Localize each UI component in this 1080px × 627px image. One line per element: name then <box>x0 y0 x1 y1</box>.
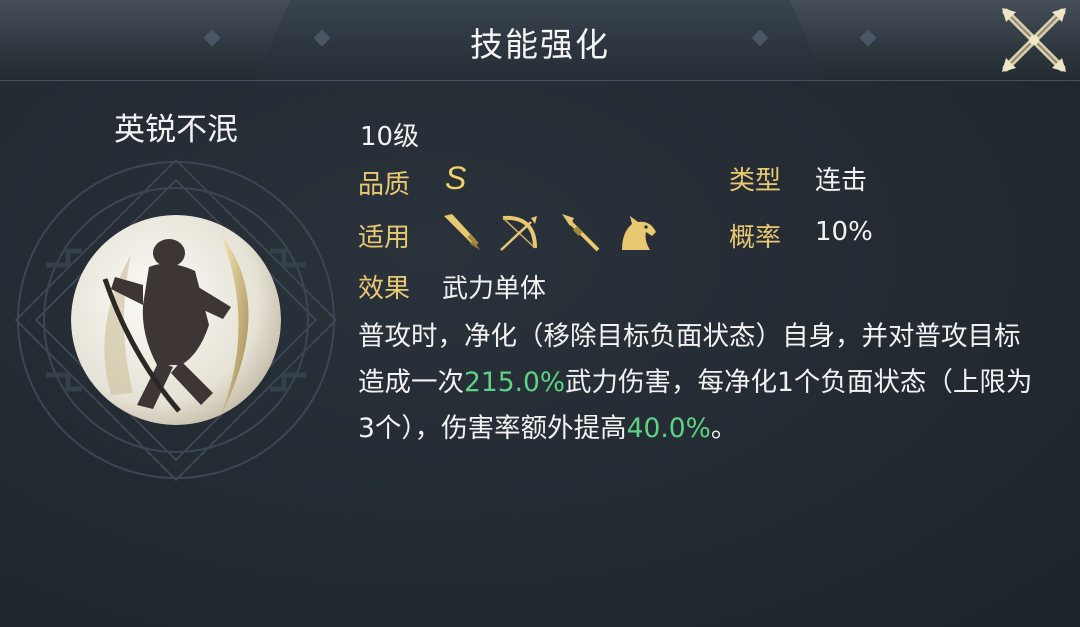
description-damage-value: 215.0% <box>464 367 566 398</box>
crossed-swords-close-icon <box>1002 8 1066 72</box>
skill-description: 普攻时，净化（移除目标负面状态）自身，并对普攻目标造成一次215.0%武力伤害，… <box>358 314 1038 452</box>
header-bar: 技能强化 <box>0 0 1080 81</box>
applicable-label: 适用 <box>358 223 411 253</box>
close-button[interactable] <box>996 2 1072 78</box>
chance-value: 10% <box>815 217 873 247</box>
horse-icon <box>622 216 656 250</box>
description-text-3: 。 <box>710 413 738 444</box>
effect-label: 效果 <box>358 274 411 304</box>
chance-label: 概率 <box>729 223 782 253</box>
description-bonus-value: 40.0% <box>626 413 711 444</box>
skill-name: 英锐不泯 <box>114 112 238 148</box>
type-label: 类型 <box>729 166 782 196</box>
spear-icon <box>562 214 600 252</box>
bow-icon <box>500 215 537 251</box>
warrior-silhouette-icon <box>71 215 281 425</box>
effect-value: 武力单体 <box>442 274 547 304</box>
skill-level: 10级 <box>360 122 420 152</box>
skill-portrait <box>71 215 281 425</box>
type-value: 连击 <box>815 166 868 196</box>
sword-icon <box>444 214 480 250</box>
quality-grade: S <box>445 160 467 196</box>
quality-label: 品质 <box>358 170 411 200</box>
page-title: 技能强化 <box>470 25 610 64</box>
